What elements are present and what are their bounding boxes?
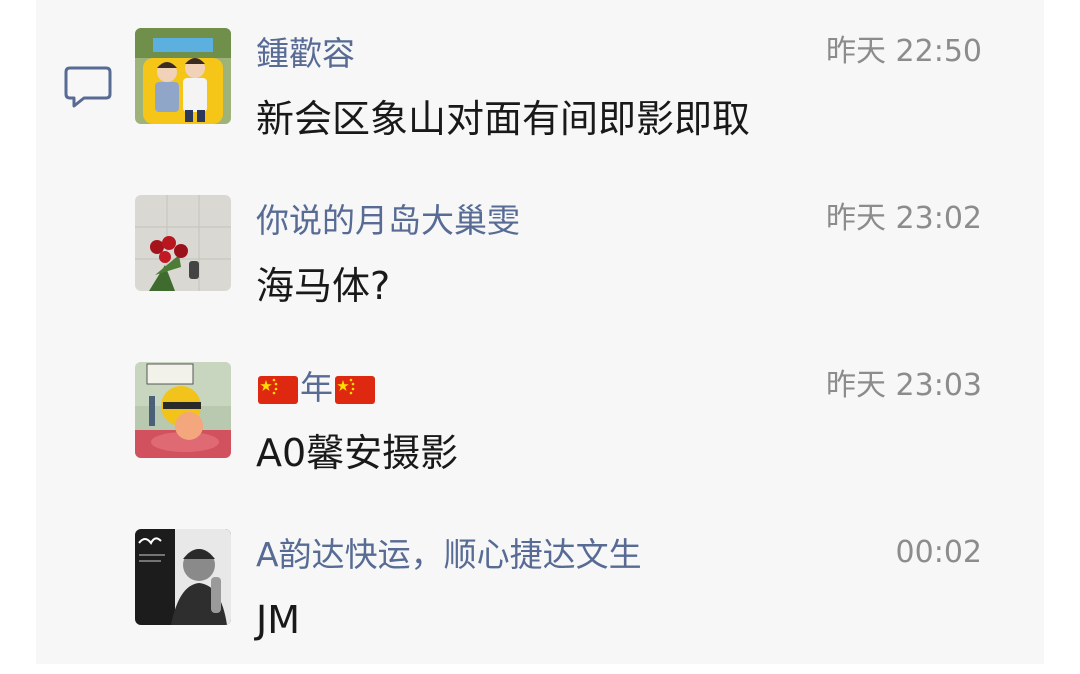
comment-bubble-icon xyxy=(64,66,112,108)
comment-item[interactable]: 年 昨天 23:03 A0馨安摄影 xyxy=(135,362,995,492)
china-flag-icon xyxy=(335,375,375,404)
avatar[interactable] xyxy=(135,362,231,458)
comment-author-label[interactable]: 年 xyxy=(300,368,333,407)
comment-item[interactable]: 鍾歡容 昨天 22:50 新会区象山对面有间即影即取 xyxy=(135,28,995,158)
comment-item[interactable]: 你说的月岛大巢雯 昨天 23:02 海马体? xyxy=(135,195,995,325)
avatar[interactable] xyxy=(135,195,231,291)
china-flag-icon xyxy=(258,375,298,404)
comment-time: 00:02 xyxy=(895,535,982,570)
comment-author[interactable]: 年 xyxy=(256,366,377,410)
comment-text: 海马体? xyxy=(256,264,391,308)
comment-time: 昨天 22:50 xyxy=(826,34,982,69)
comment-text: 新会区象山对面有间即影即取 xyxy=(256,97,751,141)
avatar[interactable] xyxy=(135,529,231,625)
comment-author[interactable]: 你说的月岛大巢雯 xyxy=(256,199,520,243)
comment-author[interactable]: 鍾歡容 xyxy=(256,32,355,76)
comment-time: 昨天 23:02 xyxy=(826,201,982,236)
comment-author[interactable]: A韵达快运，顺心捷达文生 xyxy=(256,533,642,577)
comment-text: A0馨安摄影 xyxy=(256,431,459,475)
comment-item[interactable]: A韵达快运，顺心捷达文生 00:02 JM xyxy=(135,529,995,659)
avatar[interactable] xyxy=(135,28,231,124)
comment-text: JM xyxy=(256,598,300,642)
comment-time: 昨天 23:03 xyxy=(826,368,982,403)
